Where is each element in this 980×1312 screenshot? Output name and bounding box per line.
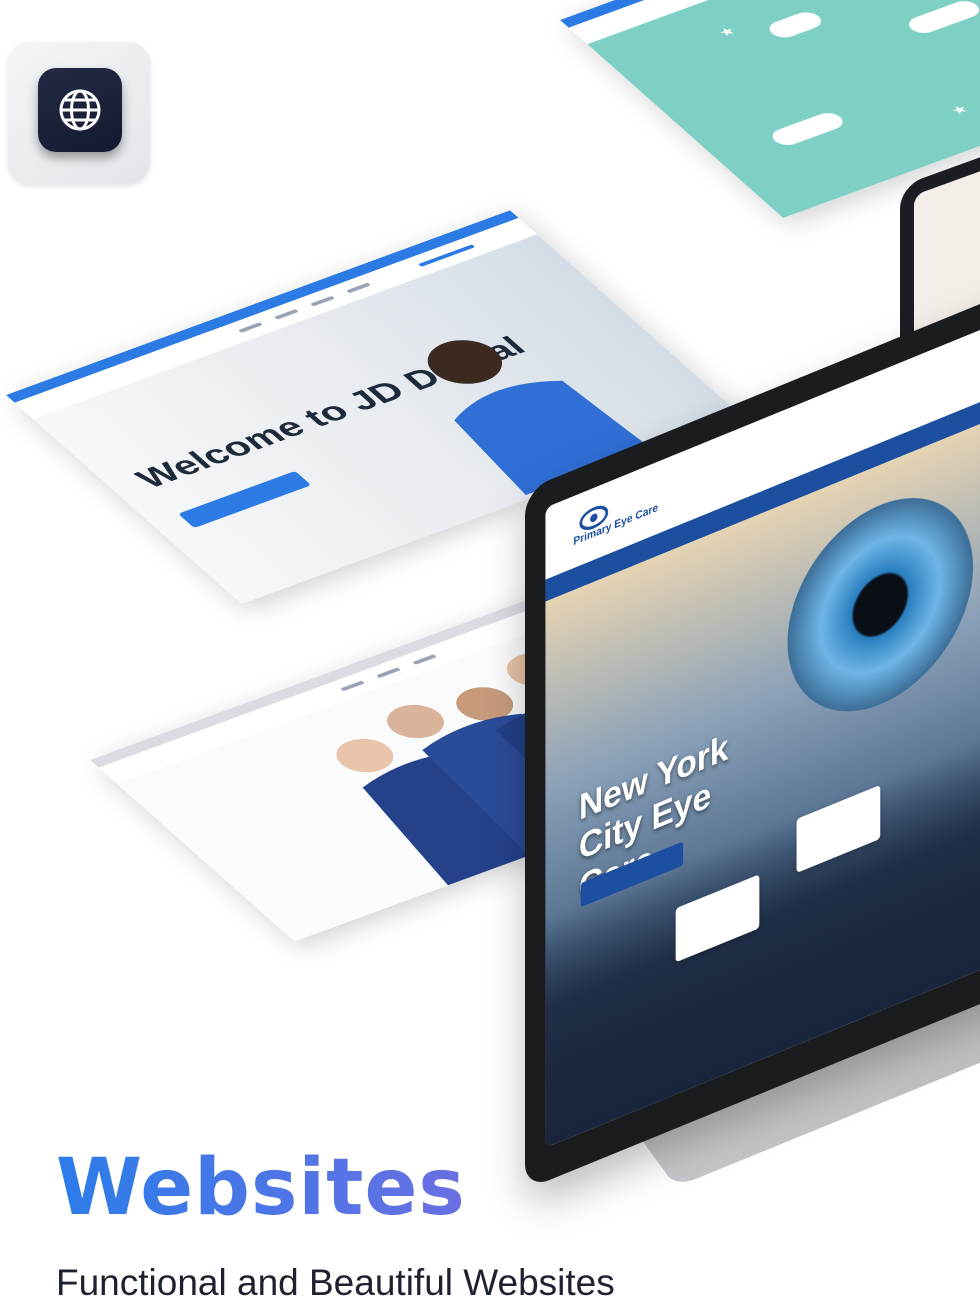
page-subheadline: Functional and Beautiful Websites xyxy=(56,1262,615,1303)
app-icon-tile xyxy=(8,42,150,184)
page-headline: Websites xyxy=(56,1143,466,1233)
eye-photo xyxy=(787,466,974,743)
dental-cta-button xyxy=(178,470,312,529)
globe-icon xyxy=(38,68,122,152)
